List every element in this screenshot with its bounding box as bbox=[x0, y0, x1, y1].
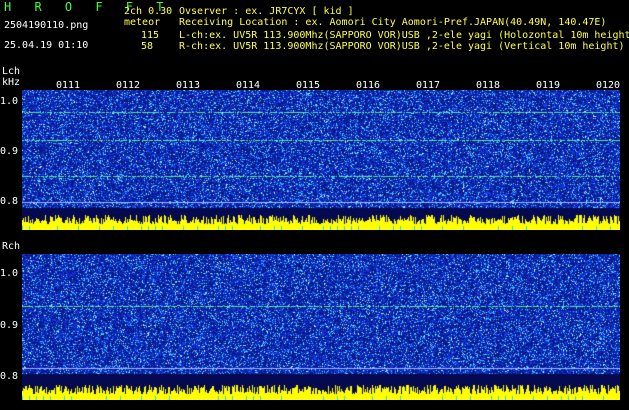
rch-spectrogram-canvas bbox=[22, 254, 620, 400]
rch-label: Rch bbox=[2, 241, 21, 252]
rch-info-line: R-ch:ex. UV5R 113.900Mhz(SAPPORO VOR)USB… bbox=[179, 41, 625, 52]
rch-ytick-0.8: 0.8 bbox=[0, 371, 19, 382]
count-lch: 115 bbox=[141, 30, 160, 41]
lch-spectrogram-canvas bbox=[22, 90, 620, 230]
filename-label: 2504190110.png bbox=[4, 20, 89, 31]
lch-spectrogram bbox=[22, 90, 620, 230]
rch-spectrogram bbox=[22, 254, 620, 400]
rch-ytick-1.0: 1.0 bbox=[0, 268, 19, 279]
observer-line: Ovserver : ex. JR7CYX [ kid ] bbox=[179, 6, 354, 17]
location-line: Receiving Location : ex. Aomori City Aom… bbox=[179, 17, 607, 28]
lch-ytick-1.0: 1.0 bbox=[0, 96, 19, 107]
lch-ytick-0.9: 0.9 bbox=[0, 146, 19, 157]
lch-info-line: L-ch:ex. UV5R 113.900Mhz(SAPPORO VOR)USB… bbox=[179, 30, 629, 41]
rch-ytick-0.9: 0.9 bbox=[0, 320, 19, 331]
lch-ytick-0.8: 0.8 bbox=[0, 196, 19, 207]
lch-label: Lch bbox=[2, 66, 21, 77]
version-label: 2ch 0.30 bbox=[124, 6, 173, 17]
meteor-label: meteor bbox=[124, 17, 161, 28]
count-rch: 58 bbox=[141, 41, 154, 52]
lch-time-axis: 0111 0112 0113 0114 0115 0116 0117 0118 … bbox=[22, 80, 620, 91]
datetime-label: 25.04.19 01:10 bbox=[4, 40, 89, 51]
lch-unit-label: kHz bbox=[2, 77, 21, 88]
